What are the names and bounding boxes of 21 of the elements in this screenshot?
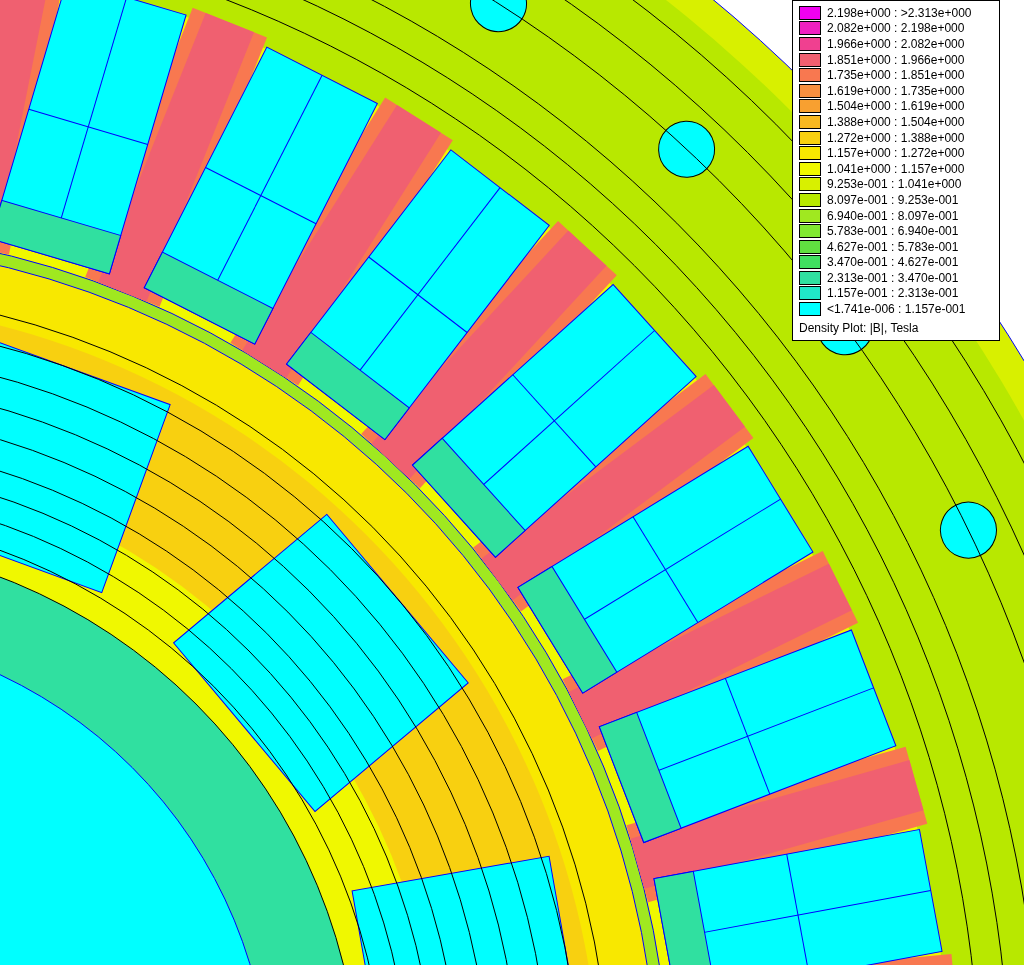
legend-label: 2.313e-001 : 3.470e-001 [827, 270, 959, 285]
legend-label: 1.619e+000 : 1.735e+000 [827, 83, 965, 98]
legend-label: 1.504e+000 : 1.619e+000 [827, 99, 965, 114]
legend-label: 1.157e+000 : 1.272e+000 [827, 146, 965, 161]
legend-label: 5.783e-001 : 6.940e-001 [827, 224, 959, 239]
legend-label: 2.082e+000 : 2.198e+000 [827, 21, 965, 36]
legend-label: 1.851e+000 : 1.966e+000 [827, 52, 965, 67]
legend-label: 1.735e+000 : 1.851e+000 [827, 68, 965, 83]
legend-label: 1.157e-001 : 2.313e-001 [827, 286, 959, 301]
legend-label: 4.627e-001 : 5.783e-001 [827, 239, 959, 254]
legend-label: 1.041e+000 : 1.157e+000 [827, 161, 965, 176]
legend-label: 1.966e+000 : 2.082e+000 [827, 37, 965, 51]
legend-label: 8.097e-001 : 9.253e-001 [827, 192, 959, 207]
legend-label: 1.272e+000 : 1.388e+000 [827, 130, 965, 145]
legend-label: 1.388e+000 : 1.504e+000 [827, 114, 965, 129]
legend-label: 6.940e-001 : 8.097e-001 [827, 208, 959, 223]
legend-label: 9.253e-001 : 1.041e+000 [827, 177, 962, 192]
legend-label: <1.741e-006 : 1.157e-001 [827, 302, 966, 317]
legend-label: 3.470e-001 : 4.627e-001 [827, 255, 959, 270]
legend-label: 2.198e+000 : >2.313e+000 [827, 5, 972, 20]
legend-caption: Density Plot: |B|, Tesla [799, 320, 920, 335]
